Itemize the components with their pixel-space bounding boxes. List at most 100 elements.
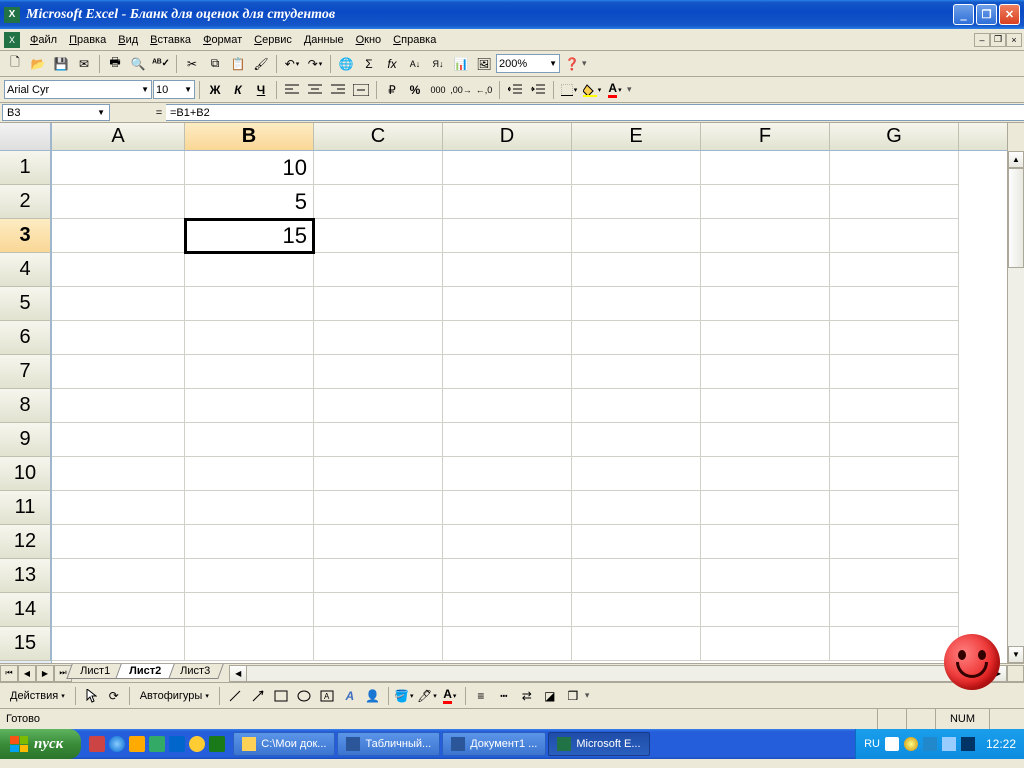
cell-G12[interactable] bbox=[830, 525, 959, 559]
select-objects-button[interactable] bbox=[80, 685, 102, 707]
cell-D7[interactable] bbox=[443, 355, 572, 389]
font-color-button[interactable]: А bbox=[604, 79, 626, 101]
menu-правка[interactable]: Правка bbox=[63, 32, 112, 48]
row-header-8[interactable]: 8 bbox=[0, 389, 51, 423]
cell-D14[interactable] bbox=[443, 593, 572, 627]
smiley-overlay[interactable] bbox=[944, 634, 1000, 690]
cell-E13[interactable] bbox=[572, 559, 701, 593]
clock[interactable]: 12:22 bbox=[980, 737, 1016, 751]
row-header-4[interactable]: 4 bbox=[0, 253, 51, 287]
cell-F2[interactable] bbox=[701, 185, 830, 219]
paste-button[interactable]: 📋 bbox=[227, 53, 249, 75]
cell-C4[interactable] bbox=[314, 253, 443, 287]
cell-A13[interactable] bbox=[52, 559, 185, 593]
cell-G1[interactable] bbox=[830, 151, 959, 185]
ql-icon[interactable] bbox=[89, 736, 105, 752]
cell-G4[interactable] bbox=[830, 253, 959, 287]
cell-B8[interactable] bbox=[185, 389, 314, 423]
cell-D15[interactable] bbox=[443, 627, 572, 661]
menu-справка[interactable]: Справка bbox=[387, 32, 442, 48]
cell-C12[interactable] bbox=[314, 525, 443, 559]
fx-label[interactable]: = bbox=[110, 103, 166, 122]
cell-A15[interactable] bbox=[52, 627, 185, 661]
column-header-A[interactable]: A bbox=[52, 123, 185, 150]
cell-B14[interactable] bbox=[185, 593, 314, 627]
draw-actions-menu[interactable]: Действия bbox=[4, 688, 71, 704]
row-header-14[interactable]: 14 bbox=[0, 593, 51, 627]
cell-F6[interactable] bbox=[701, 321, 830, 355]
font-color-draw-button[interactable]: А bbox=[439, 685, 461, 707]
cell-G7[interactable] bbox=[830, 355, 959, 389]
arrow-style-button[interactable]: ⇄ bbox=[516, 685, 538, 707]
borders-button[interactable] bbox=[558, 79, 580, 101]
cell-G10[interactable] bbox=[830, 457, 959, 491]
scroll-up-button[interactable]: ▲ bbox=[1008, 151, 1024, 168]
cell-C1[interactable] bbox=[314, 151, 443, 185]
ql-icon[interactable] bbox=[189, 736, 205, 752]
cell-E7[interactable] bbox=[572, 355, 701, 389]
maximize-button[interactable]: ❐ bbox=[976, 4, 997, 25]
menu-формат[interactable]: Формат bbox=[197, 32, 248, 48]
decrease-indent-button[interactable] bbox=[504, 79, 526, 101]
cell-C2[interactable] bbox=[314, 185, 443, 219]
cell-D13[interactable] bbox=[443, 559, 572, 593]
cell-B9[interactable] bbox=[185, 423, 314, 457]
cell-A7[interactable] bbox=[52, 355, 185, 389]
align-left-button[interactable] bbox=[281, 79, 303, 101]
cell-C10[interactable] bbox=[314, 457, 443, 491]
cell-F10[interactable] bbox=[701, 457, 830, 491]
cell-B15[interactable] bbox=[185, 627, 314, 661]
currency-button[interactable]: ₽ bbox=[381, 79, 403, 101]
language-indicator[interactable]: RU bbox=[864, 738, 880, 750]
name-box[interactable]: B3▼ bbox=[2, 104, 110, 121]
sort-desc-button[interactable]: Я↓ bbox=[427, 53, 449, 75]
cell-C7[interactable] bbox=[314, 355, 443, 389]
tab-nav-prev[interactable]: ◀ bbox=[18, 665, 36, 682]
taskbar-button[interactable]: Microsoft E... bbox=[548, 732, 649, 756]
menu-файл[interactable]: Файл bbox=[24, 32, 63, 48]
cell-E3[interactable] bbox=[572, 219, 701, 253]
tray-icon[interactable] bbox=[923, 737, 937, 751]
cell-F15[interactable] bbox=[701, 627, 830, 661]
cell-A8[interactable] bbox=[52, 389, 185, 423]
row-header-12[interactable]: 12 bbox=[0, 525, 51, 559]
cell-F5[interactable] bbox=[701, 287, 830, 321]
cell-C9[interactable] bbox=[314, 423, 443, 457]
cell-F13[interactable] bbox=[701, 559, 830, 593]
cell-D9[interactable] bbox=[443, 423, 572, 457]
tray-icon[interactable] bbox=[904, 737, 918, 751]
select-all-corner[interactable] bbox=[0, 123, 51, 151]
menu-вид[interactable]: Вид bbox=[112, 32, 144, 48]
undo-button[interactable]: ↶ bbox=[281, 53, 303, 75]
cell-A3[interactable] bbox=[52, 219, 185, 253]
tab-nav-next[interactable]: ▶ bbox=[36, 665, 54, 682]
italic-button[interactable]: К bbox=[227, 79, 249, 101]
cell-E5[interactable] bbox=[572, 287, 701, 321]
cell-E12[interactable] bbox=[572, 525, 701, 559]
cell-F12[interactable] bbox=[701, 525, 830, 559]
line-style-button[interactable]: ≡ bbox=[470, 685, 492, 707]
cell-D2[interactable] bbox=[443, 185, 572, 219]
row-header-13[interactable]: 13 bbox=[0, 559, 51, 593]
sort-asc-button[interactable]: А↓ bbox=[404, 53, 426, 75]
cell-F1[interactable] bbox=[701, 151, 830, 185]
row-header-15[interactable]: 15 bbox=[0, 627, 51, 661]
mdi-close[interactable]: × bbox=[1006, 33, 1022, 47]
new-button[interactable]: 🗋 bbox=[4, 53, 26, 75]
merge-center-button[interactable] bbox=[350, 79, 372, 101]
cell-F4[interactable] bbox=[701, 253, 830, 287]
vertical-scrollbar[interactable]: ▲ ▼ bbox=[1007, 123, 1024, 663]
cell-D5[interactable] bbox=[443, 287, 572, 321]
cell-C13[interactable] bbox=[314, 559, 443, 593]
line-button[interactable] bbox=[224, 685, 246, 707]
cell-A12[interactable] bbox=[52, 525, 185, 559]
cell-D1[interactable] bbox=[443, 151, 572, 185]
cell-A4[interactable] bbox=[52, 253, 185, 287]
row-header-2[interactable]: 2 bbox=[0, 185, 51, 219]
cell-A5[interactable] bbox=[52, 287, 185, 321]
spellcheck-button[interactable]: ᴬᴮ✓ bbox=[150, 53, 172, 75]
cell-E2[interactable] bbox=[572, 185, 701, 219]
menu-сервис[interactable]: Сервис bbox=[248, 32, 298, 48]
cell-E1[interactable] bbox=[572, 151, 701, 185]
tab-nav-first[interactable]: ⏮ bbox=[0, 665, 18, 682]
